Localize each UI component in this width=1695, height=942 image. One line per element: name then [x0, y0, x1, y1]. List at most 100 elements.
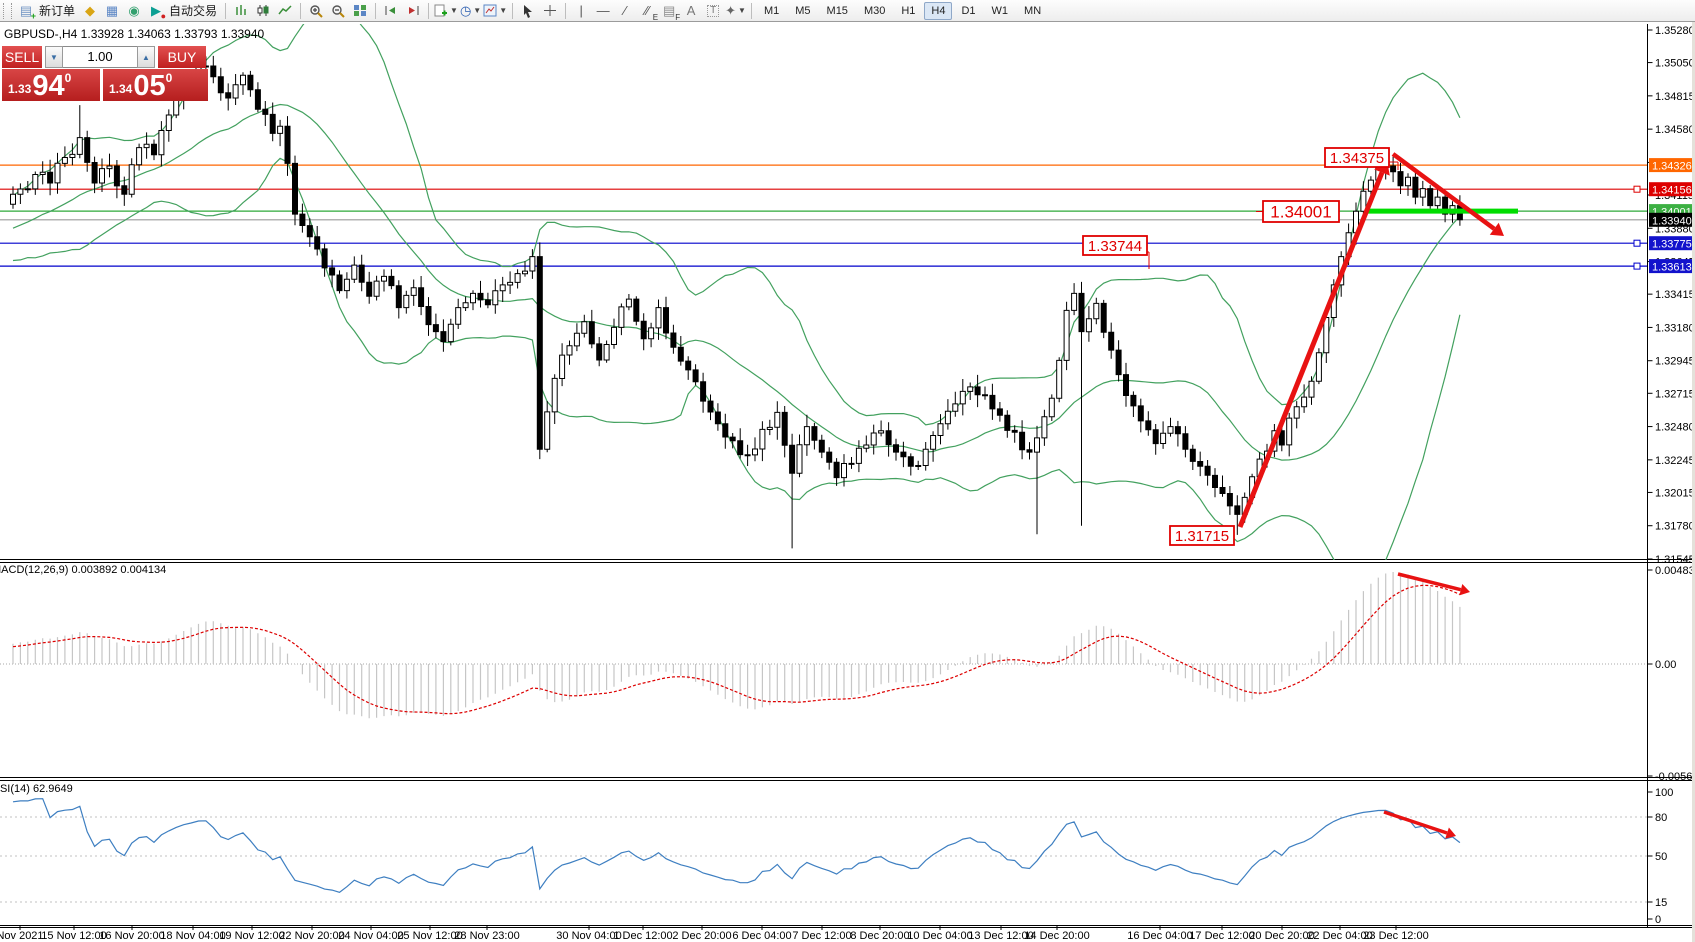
line-chart-icon[interactable] — [275, 2, 295, 20]
data-window-icon[interactable]: ▦ — [102, 2, 122, 20]
svg-text:8 Dec 20:00: 8 Dec 20:00 — [850, 930, 909, 942]
svg-text:1.33415: 1.33415 — [1655, 289, 1695, 301]
svg-text:0.004838: 0.004838 — [1655, 565, 1695, 577]
volume-decrease-button[interactable]: ▼ — [45, 46, 63, 68]
svg-text:100: 100 — [1655, 787, 1673, 799]
svg-text:24 Nov 04:00: 24 Nov 04:00 — [338, 930, 403, 942]
sell-button[interactable]: SELL — [2, 46, 42, 68]
timeframe-button-d1[interactable]: D1 — [954, 2, 982, 20]
svg-text:18 Nov 04:00: 18 Nov 04:00 — [160, 930, 225, 942]
svg-text:1.32715: 1.32715 — [1655, 388, 1695, 400]
svg-text:1.34580: 1.34580 — [1655, 124, 1695, 136]
fibonacci-icon[interactable]: ▤F — [659, 2, 679, 20]
sell-quote-sup: 0 — [65, 71, 72, 85]
toolbar-separator — [565, 3, 566, 19]
text-label-icon[interactable]: T — [703, 2, 723, 20]
main-toolbar: ▤+新订单◆▦◉▶●自动交易▼◷▼▼|—∕∕∕E▤FAT✦▼M1M5M15M30… — [0, 0, 1695, 22]
market-watch-icon[interactable]: ◆ — [80, 2, 100, 20]
horizontal-line-icon[interactable]: — — [593, 2, 613, 20]
svg-text:1.32480: 1.32480 — [1655, 422, 1695, 434]
sell-quote-prefix: 1.33 — [8, 82, 31, 96]
buy-quote-sup: 0 — [166, 71, 173, 85]
svg-text:1.34815: 1.34815 — [1655, 91, 1695, 103]
equidistant-channel-icon[interactable]: ∕∕E — [637, 2, 657, 20]
svg-text:6 Dec 04:00: 6 Dec 04:00 — [732, 930, 791, 942]
macd-label: MACD(12,26,9) 0.003892 0.004134 — [0, 564, 166, 576]
timeframe-button-m30[interactable]: M30 — [857, 2, 892, 20]
autotrading-button[interactable]: ▶● — [146, 2, 166, 20]
svg-text:28 Nov 23:00: 28 Nov 23:00 — [454, 930, 519, 942]
volume-increase-button[interactable]: ▲ — [137, 46, 155, 68]
svg-text:14 Dec 20:00: 14 Dec 20:00 — [1024, 930, 1089, 942]
svg-text:1.32945: 1.32945 — [1655, 356, 1695, 368]
auto-scroll-icon[interactable] — [381, 2, 401, 20]
periods-icon[interactable]: ◷▼ — [460, 2, 481, 20]
svg-text:1.35280: 1.35280 — [1655, 25, 1695, 37]
templates-icon[interactable]: ▼ — [483, 2, 507, 20]
svg-text:19 Nov 12:00: 19 Nov 12:00 — [219, 930, 284, 942]
timeframe-button-m15[interactable]: M15 — [820, 2, 855, 20]
svg-text:20 Dec 20:00: 20 Dec 20:00 — [1249, 930, 1314, 942]
svg-text:25 Nov 12:00: 25 Nov 12:00 — [397, 930, 462, 942]
buy-quote-big: 05 — [133, 73, 165, 99]
svg-text:2 Dec 20:00: 2 Dec 20:00 — [672, 930, 731, 942]
svg-text:15: 15 — [1655, 897, 1667, 909]
svg-text:10 Dec 04:00: 10 Dec 04:00 — [907, 930, 972, 942]
volume-input[interactable]: 1.00 — [63, 46, 137, 68]
timeframe-button-mn[interactable]: MN — [1017, 2, 1048, 20]
chevron-down-icon: ▼ — [499, 7, 507, 15]
toolbar-separator — [225, 3, 226, 19]
timeframe-button-m5[interactable]: M5 — [788, 2, 817, 20]
indicators-icon[interactable]: ▼ — [434, 2, 458, 20]
new-order-button-label: 新订单 — [39, 2, 75, 19]
toolbar-separator — [751, 3, 752, 19]
chart-shift-icon[interactable] — [403, 2, 423, 20]
svg-text:Nov 2021: Nov 2021 — [0, 930, 44, 942]
buy-button[interactable]: BUY — [158, 46, 206, 68]
svg-text:1.33180: 1.33180 — [1655, 322, 1695, 334]
buy-quote-prefix: 1.34 — [109, 82, 132, 96]
zoom-in-icon[interactable] — [306, 2, 326, 20]
crosshair-icon[interactable] — [540, 2, 560, 20]
svg-text:16 Dec 04:00: 16 Dec 04:00 — [1127, 930, 1192, 942]
svg-text:30 Nov 04:00: 30 Nov 04:00 — [556, 930, 621, 942]
buy-quote[interactable]: 1.34 05 0 — [103, 69, 208, 101]
svg-text:1.32015: 1.32015 — [1655, 487, 1695, 499]
svg-text:1.33613: 1.33613 — [1652, 262, 1692, 274]
svg-text:0: 0 — [1655, 914, 1661, 926]
sell-quote-big: 94 — [32, 73, 64, 99]
svg-text:80: 80 — [1655, 812, 1667, 824]
timeframe-button-w1[interactable]: W1 — [985, 2, 1016, 20]
autotrading-button-label: 自动交易 — [169, 2, 217, 19]
svg-text:-0.0056: -0.0056 — [1655, 771, 1692, 783]
svg-text:17 Dec 12:00: 17 Dec 12:00 — [1189, 930, 1254, 942]
sell-quote[interactable]: 1.33 94 0 — [2, 69, 100, 101]
text-icon[interactable]: A — [681, 2, 701, 20]
zoom-out-icon[interactable] — [328, 2, 348, 20]
svg-text:1.31780: 1.31780 — [1655, 521, 1695, 533]
candlestick-chart-icon[interactable] — [253, 2, 273, 20]
timeframe-button-h4[interactable]: H4 — [924, 2, 952, 20]
svg-text:7 Dec 12:00: 7 Dec 12:00 — [792, 930, 851, 942]
toolbar-separator — [300, 3, 301, 19]
chart-area[interactable]: 1.352801.350501.348151.345801.343451.341… — [0, 0, 1695, 942]
svg-text:1.34326: 1.34326 — [1652, 161, 1692, 173]
timeframe-button-m1[interactable]: M1 — [757, 2, 786, 20]
bar-chart-icon[interactable] — [231, 2, 251, 20]
tile-windows-icon[interactable] — [350, 2, 370, 20]
cursor-icon[interactable] — [518, 2, 538, 20]
timeframe-button-h1[interactable]: H1 — [894, 2, 922, 20]
svg-text:0.00: 0.00 — [1655, 659, 1676, 671]
new-order-button[interactable]: ▤+ — [16, 2, 36, 20]
toolbar-separator — [375, 3, 376, 19]
svg-text:1 Dec 12:00: 1 Dec 12:00 — [613, 930, 672, 942]
svg-text:1.33775: 1.33775 — [1652, 239, 1692, 251]
vertical-line-icon[interactable]: | — [571, 2, 591, 20]
arrows-icon[interactable]: ✦▼ — [725, 2, 746, 20]
trendline-icon[interactable]: ∕ — [615, 2, 635, 20]
toolbar-separator — [428, 3, 429, 19]
svg-text:1.32245: 1.32245 — [1655, 455, 1695, 467]
navigator-icon[interactable]: ◉ — [124, 2, 144, 20]
svg-text:16 Nov 20:00: 16 Nov 20:00 — [99, 930, 164, 942]
rsi-label: RSI(14) 62.9649 — [0, 783, 73, 795]
